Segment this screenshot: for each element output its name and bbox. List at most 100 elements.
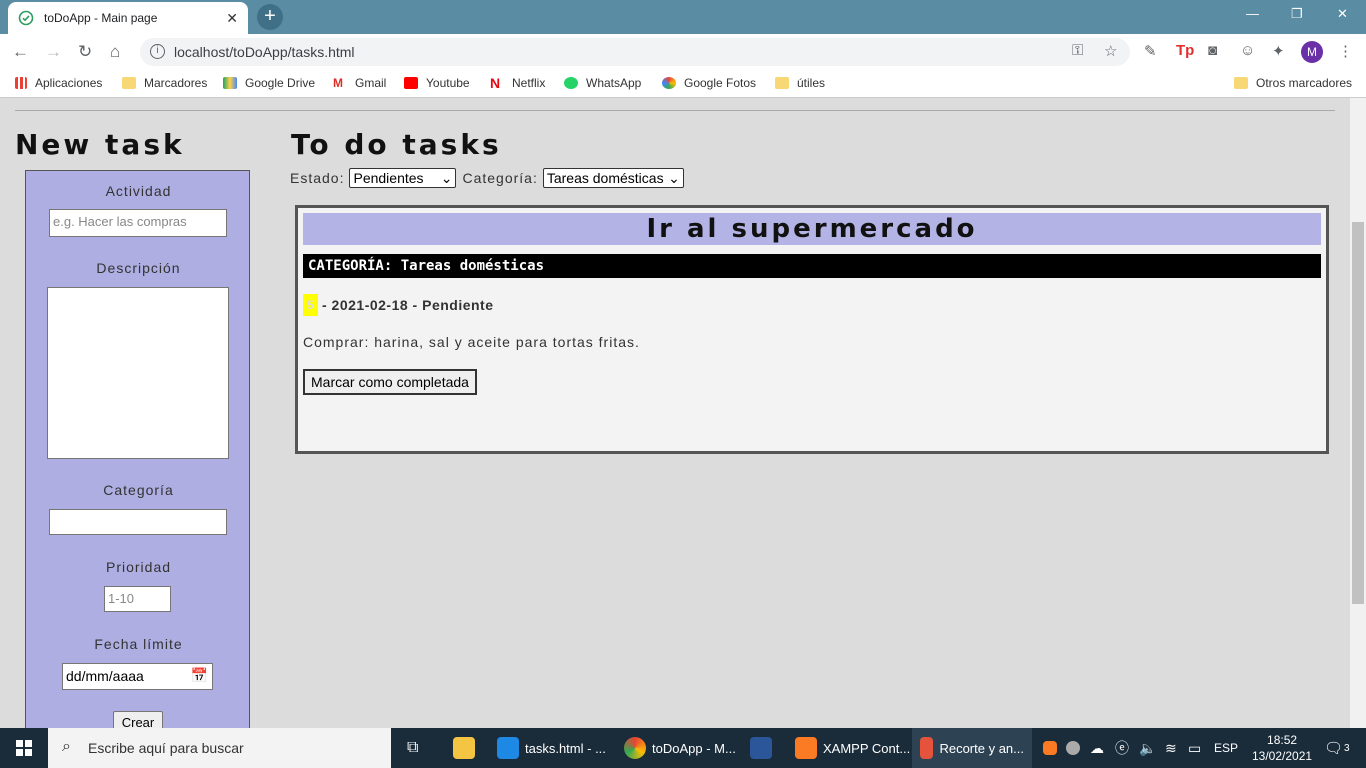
windows-start-icon[interactable] [16,740,32,756]
minimize-icon[interactable]: — [1246,6,1259,21]
priority-input[interactable]: 1-10 [104,586,171,612]
state-select[interactable]: Pendientes ⌄ [349,168,457,188]
extension-face-icon[interactable]: ☺ [1240,42,1255,59]
deadline-date-input[interactable]: dd/mm/aaaa 📅 [62,663,213,690]
todo-heading: To do tasks [291,128,502,161]
taskbar-app-snip[interactable]: Recorte y an... [912,728,1032,768]
avatar[interactable]: M [1301,41,1323,63]
gmail-icon: M [333,76,343,90]
folder-icon [122,77,136,89]
taskbar-app-xampp[interactable]: XAMPP Cont... [795,728,910,768]
folder-icon [1234,77,1248,89]
home-icon[interactable]: ⌂ [110,42,120,62]
reload-icon[interactable]: ↻ [78,42,92,62]
bookmark-apps[interactable]: Aplicaciones [15,76,102,90]
scrollbar-thumb[interactable] [1352,222,1364,604]
bookmark-utiles[interactable]: útiles [775,76,825,90]
star-icon[interactable]: ☆ [1104,42,1117,60]
close-tab-icon[interactable]: ✕ [226,10,238,27]
description-label: Descripción [96,260,181,276]
key-icon[interactable]: ⚿ [1072,42,1083,59]
task-view-icon[interactable]: ⧉ [407,728,418,768]
taskbar-app-vscode[interactable]: tasks.html - ... [497,728,606,768]
vscode-icon [497,737,519,759]
new-tab-button[interactable]: + [257,4,283,30]
tp-extension-icon[interactable]: Tp [1176,42,1194,59]
tab-title: toDoApp - Main page [44,11,158,25]
cloud-icon[interactable]: ☁ [1090,728,1104,768]
back-icon[interactable]: ← [12,42,29,62]
task-description: Comprar: harina, sal y aceite para torta… [303,334,640,350]
bookmark-youtube[interactable]: Youtube [404,76,470,90]
search-icon: ⌕ [62,738,71,755]
tray-xampp-icon[interactable] [1043,728,1063,768]
calendar-icon[interactable]: 📅 [191,667,208,684]
bookmark-other[interactable]: Otros marcadores [1234,76,1352,90]
folder-icon [775,77,789,89]
task-category: CATEGORÍA: Tareas domésticas [303,254,1321,278]
google-photos-icon [662,77,676,89]
category-input[interactable] [49,509,227,535]
deadline-placeholder: dd/mm/aaaa [66,668,144,684]
forward-icon[interactable]: → [45,42,62,62]
mark-complete-button[interactable]: Marcar como completada [303,369,477,395]
browser-titlebar: toDoApp - Main page ✕ + — ❐ ✕ [0,0,1366,34]
word-icon[interactable] [750,728,778,768]
new-task-heading: New task [15,128,185,161]
whatsapp-icon [564,77,578,89]
menu-icon[interactable]: ⋮ [1338,42,1353,60]
info-icon[interactable]: i [150,44,165,59]
state-label: Estado: [290,170,345,186]
puzzle-icon[interactable]: ✦ [1272,42,1285,60]
snip-icon [920,737,934,759]
laptop-icon[interactable]: ▭ [1188,728,1201,768]
scrollbar[interactable] [1350,98,1366,728]
address-bar[interactable]: i localhost/toDoApp/tasks.html [140,38,1130,66]
restore-icon[interactable]: ❐ [1291,6,1303,22]
category-label: Categoría [103,482,174,498]
bookmark-marcadores[interactable]: Marcadores [122,76,207,90]
check-circle-icon [18,10,34,26]
category-select[interactable]: Tareas domésticas ⌄ [542,168,684,188]
activity-input[interactable]: e.g. Hacer las compras [49,209,227,237]
page-content: New task Actividad e.g. Hacer las compra… [0,98,1350,728]
file-explorer-icon[interactable] [453,728,481,768]
wifi-icon[interactable]: ≋ [1165,728,1177,768]
chevron-down-icon: ⌄ [668,169,680,186]
task-title: Ir al supermercado [303,213,1321,245]
url-text: localhost/toDoApp/tasks.html [174,44,355,60]
browser-toolbar: ← → ↻ ⌂ i localhost/toDoApp/tasks.html ⚿… [0,34,1366,70]
chrome-icon [624,737,646,759]
chevron-down-icon: ⌄ [440,169,453,186]
bookmark-gmail[interactable]: M Gmail [333,76,386,90]
tray-chrome-icon[interactable] [1066,728,1086,768]
browser-tab[interactable]: toDoApp - Main page ✕ [8,2,248,34]
category-filter-label: Categoría: [462,170,538,186]
language-indicator[interactable]: ESP [1214,728,1238,768]
bookmark-google-fotos[interactable]: Google Fotos [662,76,756,90]
bookmark-netflix[interactable]: N Netflix [490,76,545,90]
task-card: Ir al supermercado CATEGORÍA: Tareas dom… [295,205,1329,454]
pen-extension-icon[interactable]: ✎ [1144,42,1157,60]
task-meta: 5 - 2021-02-18 - Pendiente [303,294,494,316]
volume-icon[interactable]: 🔈 [1139,728,1156,768]
notification-icon[interactable]: 🗨 3 [1324,728,1350,768]
activity-label: Actividad [105,183,172,199]
description-textarea[interactable] [47,287,229,459]
taskbar-app-chrome[interactable]: toDoApp - M... [624,728,736,768]
google-drive-icon [223,77,237,89]
taskbar-search[interactable]: ⌕ Escribe aquí para buscar [48,728,391,768]
create-button[interactable]: Crear [113,711,163,728]
close-window-icon[interactable]: ✕ [1337,6,1348,22]
xampp-icon [795,737,817,759]
edge-icon[interactable]: ⓔ [1115,728,1129,768]
task-date-status: - 2021-02-18 - Pendiente [322,297,494,313]
taskbar: ⌕ Escribe aquí para buscar ⧉ tasks.html … [0,728,1366,768]
bookmark-google-drive[interactable]: Google Drive [223,76,315,90]
clock[interactable]: 18:52 13/02/2021 [1252,732,1312,764]
priority-badge: 5 [303,294,318,316]
pocket-icon[interactable]: ◙ [1208,42,1217,59]
apps-grid-icon [15,77,27,89]
bookmark-whatsapp[interactable]: WhatsApp [564,76,641,90]
netflix-icon: N [490,75,501,91]
